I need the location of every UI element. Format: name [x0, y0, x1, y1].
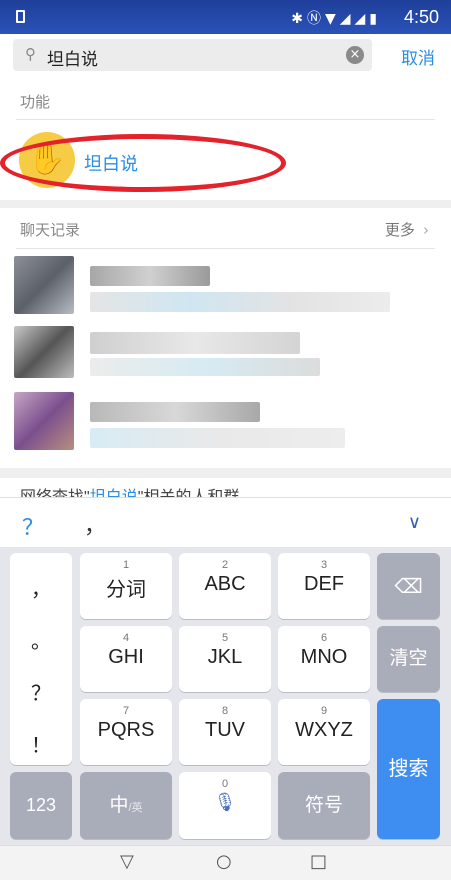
chat-section-title: 聊天记录: [20, 222, 81, 239]
key-7[interactable]: 7 PQRS: [80, 699, 172, 765]
search-input[interactable]: ⚲ 坦白说 ×: [13, 39, 372, 71]
key-label: 分词: [106, 579, 146, 601]
blurred-name: [90, 266, 210, 286]
key-4[interactable]: 4 GHI: [80, 626, 172, 692]
delete-button[interactable]: ⌫: [377, 553, 440, 619]
key-num: 5: [221, 632, 229, 644]
key-2[interactable]: 2 ABC: [179, 553, 271, 619]
bluetooth-icon: ✱: [291, 11, 307, 27]
home-icon[interactable]: ○: [216, 851, 232, 872]
ime-candidate-bar: ？ ， ∨: [0, 497, 451, 547]
key-num: 2: [221, 559, 229, 571]
symbol-button[interactable]: 符号: [278, 772, 370, 839]
punct-comma[interactable]: ，: [10, 573, 72, 602]
clear-button[interactable]: 清空: [377, 626, 440, 692]
candidate-question[interactable]: ？: [22, 510, 44, 542]
section-gap: [0, 468, 451, 478]
web-search-suffix: "相关的人和群: [138, 489, 240, 497]
key-5[interactable]: 5 JKL: [179, 626, 271, 692]
search-icon: ⚲: [25, 45, 36, 63]
key-num: 4: [122, 632, 130, 644]
key-label: ABC: [204, 573, 246, 595]
clear-icon[interactable]: ×: [346, 46, 364, 64]
microphone-icon: 🎙: [213, 792, 237, 813]
key-num: 6: [320, 632, 328, 644]
blurred-name: [90, 402, 260, 422]
navigation-bar: ▽ ○ □: [0, 845, 451, 880]
key-num: 0: [221, 778, 229, 790]
key-num: 8: [221, 705, 229, 717]
status-bar: ✱Ⓝ▼◢◢▮ 4:50: [0, 0, 451, 34]
search-button[interactable]: 搜索: [377, 699, 440, 839]
key-num: 7: [122, 705, 130, 717]
highlight-annotation: [0, 134, 286, 192]
punctuation-column[interactable]: ， 。 ？ ！: [10, 553, 72, 765]
more-label: 更多: [384, 222, 415, 239]
key-label: TUV: [205, 719, 245, 741]
web-search-keyword: 坦白说: [90, 489, 138, 497]
blurred-message: [90, 292, 390, 312]
en-label: /英: [128, 802, 143, 814]
key-num: 1: [122, 559, 130, 571]
cancel-button[interactable]: 取消: [401, 44, 435, 69]
status-icons: ✱Ⓝ▼◢◢▮: [291, 8, 381, 28]
key-num: 3: [320, 559, 328, 571]
sim-icon: [16, 10, 25, 23]
search-query: 坦白说: [47, 50, 98, 69]
signal-icon: ◢◢: [339, 11, 370, 27]
key-1[interactable]: 1 分词: [80, 553, 172, 619]
zh-en-toggle[interactable]: 中/英: [80, 772, 172, 839]
zh-label: 中: [109, 795, 129, 816]
recents-icon[interactable]: □: [310, 851, 327, 872]
key-label: GHI: [108, 646, 144, 668]
wifi-icon: ▼: [324, 11, 340, 27]
chevron-right-icon: ›: [423, 221, 429, 239]
key-9[interactable]: 9 WXYZ: [278, 699, 370, 765]
back-icon[interactable]: ▽: [120, 851, 134, 872]
keyboard: ， 。 ？ ！ 1 分词 2 ABC 3 DEF ⌫ 4 GHI 5 JKL 6…: [0, 547, 451, 845]
candidate-comma[interactable]: ，: [84, 508, 106, 540]
blurred-message: [90, 358, 320, 376]
key-6[interactable]: 6 MNO: [278, 626, 370, 692]
key-8[interactable]: 8 TUV: [179, 699, 271, 765]
key-label: MNO: [300, 646, 348, 668]
num-mode-button[interactable]: 123: [10, 772, 72, 839]
web-search-link[interactable]: 网络查找"坦白说"相关的人和群: [20, 483, 239, 497]
key-num: 9: [320, 705, 328, 717]
avatar: [14, 256, 74, 314]
backspace-icon: ⌫: [394, 574, 423, 598]
avatar: [14, 392, 74, 450]
blurred-name: [90, 332, 300, 354]
web-search-prefix: 网络查找": [20, 489, 90, 497]
search-header: ⚲ 坦白说 × 取消: [0, 34, 451, 78]
divider: [16, 248, 435, 249]
nfc-icon: Ⓝ: [306, 11, 325, 27]
chevron-down-icon[interactable]: ∨: [408, 512, 421, 533]
space-button[interactable]: 0 🎙: [179, 772, 271, 839]
key-label: PQRS: [97, 719, 155, 741]
more-button[interactable]: 更多 ›: [385, 219, 429, 240]
status-time: 4:50: [403, 7, 439, 27]
punct-exclaim[interactable]: ！: [10, 729, 72, 758]
key-label: DEF: [304, 573, 344, 595]
key-label: JKL: [207, 646, 243, 668]
section-gap: [0, 200, 451, 208]
battery-icon: ▮: [369, 11, 381, 27]
key-label: WXYZ: [295, 719, 353, 741]
blurred-message: [90, 428, 345, 448]
function-section-title: 功能: [20, 94, 51, 111]
punct-period[interactable]: 。: [10, 625, 72, 654]
key-3[interactable]: 3 DEF: [278, 553, 370, 619]
avatar: [14, 326, 74, 378]
punct-question[interactable]: ？: [10, 677, 72, 706]
